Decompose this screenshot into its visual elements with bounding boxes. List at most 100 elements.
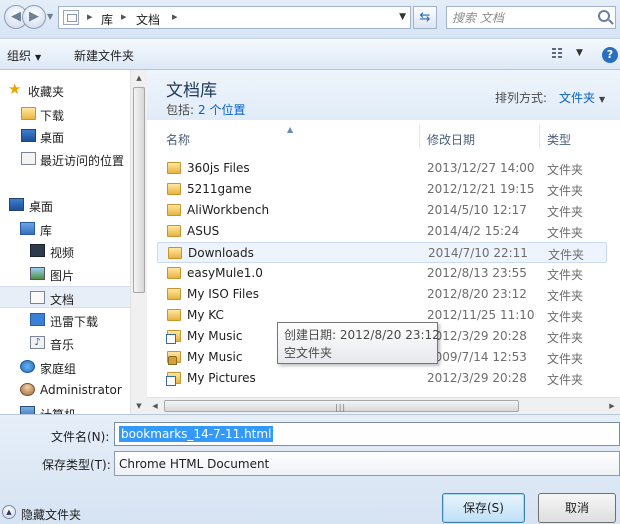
folder-icon xyxy=(167,162,181,174)
scroll-left-icon[interactable]: ◀ xyxy=(147,398,163,414)
crumb-separator-icon[interactable]: ▸ xyxy=(121,10,127,23)
nav-item-libraries[interactable]: 库 xyxy=(0,218,130,240)
hide-folders-label[interactable]: 隐藏文件夹 xyxy=(21,506,81,523)
crumb-separator-icon[interactable]: ▸ xyxy=(87,10,93,23)
documents-library-icon xyxy=(30,291,45,304)
address-bar[interactable]: ▸ 库 ▸ 文档 ▸ ▼ xyxy=(58,6,411,29)
column-headers: ▲ 名称 修改日期 类型 xyxy=(147,125,620,149)
scroll-grip-icon: ||| xyxy=(335,403,347,412)
locations-link[interactable]: 2 个位置 xyxy=(198,103,245,117)
filename-input[interactable]: bookmarks_14-7-11.html xyxy=(114,422,620,446)
locked-folder-icon xyxy=(167,351,181,365)
horizontal-scrollbar[interactable]: ◀ ||| ▶ xyxy=(147,397,620,414)
sort-ascending-icon: ▲ xyxy=(287,125,294,134)
star-icon: ★ xyxy=(8,80,22,98)
file-row[interactable]: 5211game 2012/12/21 19:15 文件夹 xyxy=(157,179,607,200)
column-divider[interactable] xyxy=(539,125,540,149)
help-icon[interactable]: ? xyxy=(602,47,618,63)
search-icon xyxy=(598,10,610,22)
folder-shortcut-icon xyxy=(166,372,181,386)
folder-icon xyxy=(167,225,181,237)
filetype-select[interactable]: Chrome HTML Document xyxy=(114,451,620,476)
scroll-down-icon[interactable]: ▼ xyxy=(131,398,147,414)
nav-item-downloads[interactable]: 下载 xyxy=(0,103,130,125)
nav-item-desktop[interactable]: 桌面 xyxy=(0,194,130,216)
save-button[interactable]: 保存(S) xyxy=(442,493,525,523)
scroll-right-icon[interactable]: ▶ xyxy=(604,398,620,414)
folder-icon xyxy=(167,309,181,321)
folder-icon xyxy=(167,183,181,195)
file-row[interactable]: easyMule1.0 2012/8/13 23:55 文件夹 xyxy=(157,263,607,284)
chevron-down-icon: ▼ xyxy=(599,95,606,104)
desktop-icon xyxy=(21,129,36,142)
user-folder-icon xyxy=(20,383,35,396)
view-dropdown-icon[interactable]: ▼ xyxy=(576,48,583,58)
tooltip-created-date: 创建日期: 2012/8/20 23:12 xyxy=(284,328,440,342)
search-box[interactable] xyxy=(446,6,616,29)
search-input[interactable] xyxy=(452,9,592,26)
file-row[interactable]: 360js Files 2013/12/27 14:00 文件夹 xyxy=(157,158,607,179)
filetype-value: Chrome HTML Document xyxy=(119,457,270,471)
nav-item-favorites[interactable]: ★ 收藏夹 xyxy=(0,79,130,101)
folder-icon xyxy=(167,288,181,300)
nav-item-documents[interactable]: 文档 xyxy=(0,286,130,308)
pictures-library-icon xyxy=(30,267,45,280)
download-folder-icon xyxy=(21,107,36,120)
refresh-button[interactable]: ⇆ xyxy=(413,6,437,29)
breadcrumb-documents[interactable]: 文档 xyxy=(136,11,160,28)
arrange-by-dropdown[interactable]: 文件夹 ▼ xyxy=(559,89,605,106)
horizontal-scroll-thumb[interactable]: ||| xyxy=(164,400,519,412)
nav-item-videos[interactable]: 视频 xyxy=(0,240,130,262)
forward-button[interactable]: ▶ xyxy=(22,5,46,29)
column-header-date[interactable]: 修改日期 xyxy=(427,131,475,148)
nav-item-desktop-fav[interactable]: 桌面 xyxy=(0,125,130,147)
library-icon xyxy=(20,222,35,235)
nav-item-music[interactable]: ♪ 音乐 xyxy=(0,332,130,354)
filename-value[interactable]: bookmarks_14-7-11.html xyxy=(119,426,274,442)
folder-icon xyxy=(167,267,181,279)
homegroup-icon xyxy=(20,360,35,373)
file-row[interactable]: Downloads 2014/7/10 22:11 文件夹 xyxy=(157,242,607,263)
view-options-icon[interactable] xyxy=(552,47,566,61)
new-folder-button[interactable]: 新建文件夹 xyxy=(74,47,134,64)
folder-tooltip: 创建日期: 2012/8/20 23:12 空文件夹 xyxy=(277,322,440,364)
file-row[interactable]: ASUS 2014/4/2 15:24 文件夹 xyxy=(157,221,607,242)
nav-item-recent-places[interactable]: 最近访问的位置 xyxy=(0,148,130,170)
column-divider[interactable] xyxy=(419,125,420,149)
nav-scrollbar[interactable]: ▲ ▼ xyxy=(130,70,147,414)
nav-item-xunlei[interactable]: 迅雷下载 xyxy=(0,309,130,331)
address-dropdown-icon[interactable]: ▼ xyxy=(399,12,406,22)
video-library-icon xyxy=(30,244,45,257)
filename-label: 文件名(N): xyxy=(51,430,110,444)
filetype-label: 保存类型(T): xyxy=(42,458,111,472)
file-row[interactable]: My ISO Files 2012/8/20 23:12 文件夹 xyxy=(157,284,607,305)
folder-icon xyxy=(168,247,182,259)
nav-item-administrator[interactable]: Administrator xyxy=(0,379,130,401)
nav-item-homegroup[interactable]: 家庭组 xyxy=(0,356,130,378)
organize-button[interactable]: 组织 ▼ xyxy=(7,47,41,64)
folder-icon xyxy=(167,204,181,216)
nav-item-pictures[interactable]: 图片 xyxy=(0,263,130,285)
refresh-icon: ⇆ xyxy=(419,10,431,25)
file-row[interactable]: AliWorkbench 2014/5/10 12:17 文件夹 xyxy=(157,200,607,221)
music-library-icon: ♪ xyxy=(30,336,45,349)
navigation-pane: ★ 收藏夹 下载 桌面 最近访问的位置 桌面 库 视频 图片 文档 迅雷下载 ♪… xyxy=(0,70,130,414)
arrange-by-label: 排列方式: xyxy=(495,91,548,105)
xunlei-download-icon xyxy=(30,313,45,326)
file-row[interactable]: My Pictures 2012/3/29 20:28 文件夹 xyxy=(157,368,607,389)
nav-item-computer[interactable]: 计算机 xyxy=(0,402,130,414)
library-header: 文档库 包括: 2 个位置 排列方式: 文件夹 ▼ xyxy=(147,70,620,120)
breadcrumb-library[interactable]: 库 xyxy=(101,11,113,28)
folder-shortcut-icon xyxy=(166,330,181,344)
forward-arrow-icon: ▶ xyxy=(29,9,39,24)
column-header-type[interactable]: 类型 xyxy=(547,131,571,148)
scroll-up-icon[interactable]: ▲ xyxy=(131,70,147,86)
history-dropdown-icon[interactable]: ▼ xyxy=(47,12,53,21)
column-header-name[interactable]: 名称 xyxy=(166,131,190,148)
hide-folders-toggle-icon[interactable]: ▲ xyxy=(2,505,16,519)
command-bar: 组织 ▼ 新建文件夹 ▼ ? xyxy=(0,38,620,70)
address-row: ◀ ▶ ▼ ▸ 库 ▸ 文档 ▸ ▼ ⇆ xyxy=(0,0,620,38)
cancel-button[interactable]: 取消 xyxy=(538,493,616,523)
crumb-separator-icon[interactable]: ▸ xyxy=(172,10,178,23)
nav-scroll-thumb[interactable] xyxy=(133,87,145,293)
